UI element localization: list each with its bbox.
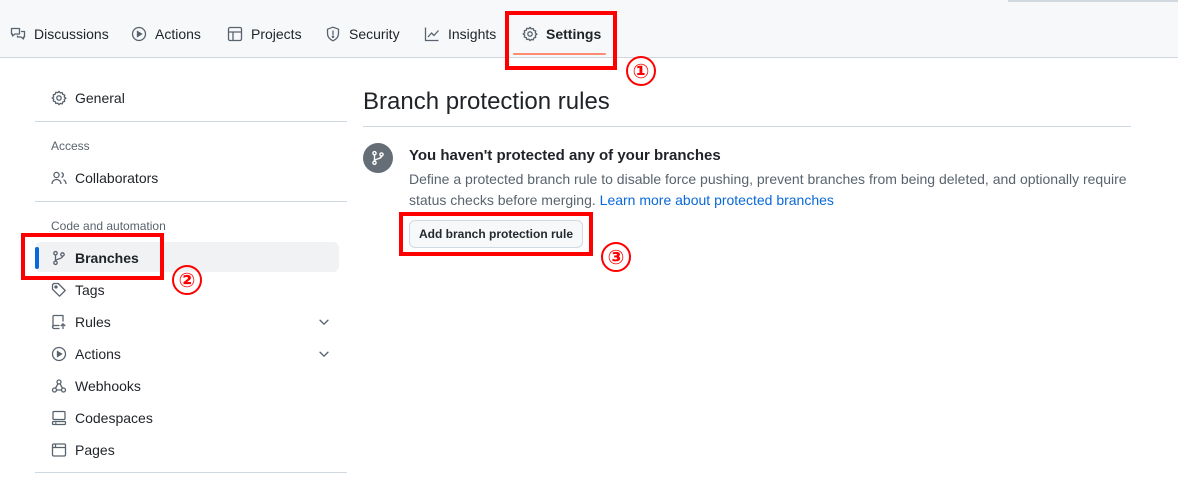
codespaces-icon (51, 410, 67, 426)
play-icon (131, 26, 147, 42)
tab-label: Actions (155, 26, 201, 42)
sidebar-item-label: Tags (75, 282, 105, 298)
sidebar-item-webhooks[interactable]: Webhooks (35, 371, 339, 401)
webhook-icon (51, 379, 67, 393)
sidebar-item-label: Webhooks (75, 378, 141, 394)
people-icon (51, 171, 67, 185)
sidebar-divider (35, 201, 347, 202)
title-divider (363, 126, 1131, 127)
tab-label: Projects (251, 26, 302, 42)
graph-icon (424, 27, 439, 42)
sidebar-item-label: Codespaces (75, 410, 153, 426)
shield-icon (326, 26, 340, 42)
chevron-down-icon[interactable] (317, 315, 331, 329)
annotation-step-2: ② (172, 265, 202, 295)
page-title: Branch protection rules (363, 88, 610, 115)
empty-state-title: You haven't protected any of your branch… (409, 147, 721, 164)
blankslate-icon (363, 143, 393, 173)
tab-label: Discussions (34, 26, 109, 42)
sidebar-item-label: Collaborators (75, 170, 159, 186)
sidebar-item-label: Actions (75, 346, 121, 362)
tab-label: Insights (448, 26, 497, 42)
annotation-step-1: ① (626, 56, 656, 86)
tab-discussions[interactable]: Discussions (10, 14, 109, 54)
tab-actions[interactable]: Actions (131, 14, 201, 54)
annotation-box-add-rule (399, 212, 593, 256)
sidebar-divider (35, 121, 347, 122)
sidebar-item-label: Pages (75, 442, 115, 458)
table-icon (227, 26, 243, 42)
repo-push-icon (51, 314, 66, 330)
annotation-box-settings (505, 11, 617, 70)
sidebar-item-label: General (75, 90, 125, 106)
annotation-step-3: ③ (601, 242, 631, 272)
tab-label: Security (349, 26, 400, 42)
tag-icon (51, 282, 66, 297)
sidebar-item-label: Rules (75, 314, 111, 330)
comment-discussion-icon (10, 27, 26, 40)
tab-insights[interactable]: Insights (424, 14, 496, 54)
gear-icon (51, 90, 67, 106)
sidebar-heading-code-automation: Code and automation (51, 219, 166, 233)
sidebar-heading-access: Access (51, 139, 90, 153)
sidebar-item-rules[interactable]: Rules (35, 307, 339, 337)
sidebar-item-pages[interactable]: Pages (35, 435, 339, 465)
sidebar-divider (35, 472, 347, 473)
sidebar-item-actions[interactable]: Actions (35, 339, 339, 369)
git-branch-icon (372, 150, 384, 166)
learn-more-link[interactable]: Learn more about protected branches (600, 192, 834, 208)
tab-security[interactable]: Security (325, 14, 400, 54)
chevron-down-icon[interactable] (317, 347, 331, 361)
play-icon (51, 346, 67, 362)
sidebar-item-general[interactable]: General (35, 83, 339, 113)
search-field-edge (1008, 0, 1178, 2)
sidebar-item-codespaces[interactable]: Codespaces (35, 403, 339, 433)
empty-state-description: Define a protected branch rule to disabl… (409, 169, 1139, 211)
browser-icon (51, 443, 67, 457)
tab-projects[interactable]: Projects (227, 14, 302, 54)
annotation-box-branches (21, 233, 164, 280)
sidebar-item-collaborators[interactable]: Collaborators (35, 163, 339, 193)
